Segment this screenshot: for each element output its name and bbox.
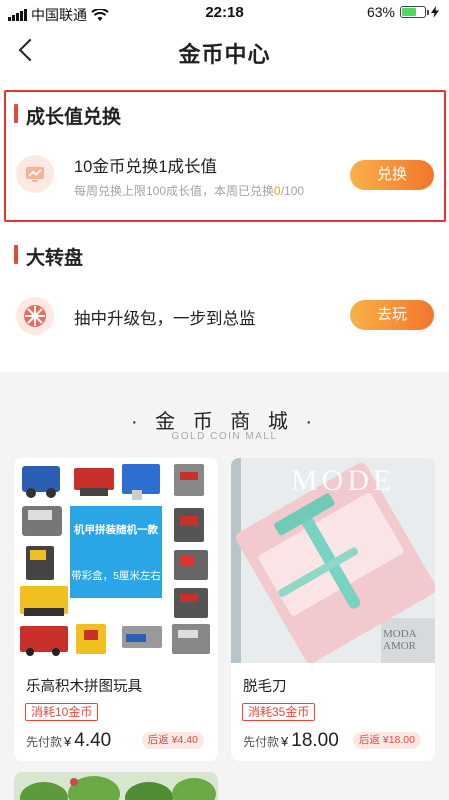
battery-percent: 63% bbox=[366, 4, 395, 20]
status-bar: 中国联通 22:18 63% bbox=[0, 0, 449, 26]
growth-item-subtitle: 每周兑换上限100成长值，本周已兑换0/100 bbox=[74, 182, 304, 199]
wheel-icon bbox=[16, 297, 54, 335]
product-card[interactable] bbox=[14, 772, 218, 800]
mall-subtitle: GOLD COIN MALL bbox=[171, 431, 278, 442]
redeemed-count: 0 bbox=[274, 184, 281, 198]
redeem-limit: /100 bbox=[280, 184, 305, 198]
charging-icon bbox=[431, 6, 439, 18]
currency-symbol: ¥ bbox=[64, 734, 72, 749]
exchange-button[interactable]: 兑换 bbox=[350, 160, 434, 190]
image-magazine-caption: MODA AMOR bbox=[383, 628, 417, 652]
coin-cost-tag: 消耗35金币 bbox=[242, 703, 316, 721]
status-right: 63% bbox=[367, 4, 439, 20]
image-banner-text-1: 机甲拼装随机一款 bbox=[74, 524, 158, 536]
product-image-plant bbox=[14, 772, 218, 800]
play-wheel-button[interactable]: 去玩 bbox=[350, 300, 434, 330]
product-price: 4.40 bbox=[74, 730, 112, 751]
product-price: 18.00 bbox=[291, 730, 339, 751]
image-banner-text-2: 带彩盒，5厘米左右 bbox=[71, 570, 161, 582]
product-name: 乐高积木拼图玩具 bbox=[26, 679, 142, 695]
product-name: 脱毛刀 bbox=[243, 679, 287, 695]
price-row: 先付款 ¥ 4.40 bbox=[26, 730, 111, 752]
price-label: 先付款 bbox=[26, 735, 63, 749]
price-row: 先付款 ¥ 18.00 bbox=[243, 730, 339, 752]
battery-icon bbox=[400, 6, 429, 18]
rebate-badge: 后返 ¥4.40 bbox=[141, 732, 204, 749]
wheel-item-title: 抽中升级包，一步到总监 bbox=[74, 310, 256, 328]
image-magazine-title: MODE bbox=[291, 464, 396, 497]
currency-symbol: ¥ bbox=[281, 734, 289, 749]
growth-icon bbox=[16, 155, 54, 193]
growth-item-title: 10金币兑换1成长值 bbox=[74, 158, 218, 176]
page-title: 金币中心 bbox=[178, 42, 271, 67]
product-image-building-blocks bbox=[14, 458, 218, 663]
coin-cost-tag: 消耗10金币 bbox=[25, 703, 99, 721]
product-card[interactable]: MODE MODA AMOR 脱毛刀 消耗35金币 先付款 ¥ 18.00 后返… bbox=[231, 458, 435, 761]
nav-bar: 金币中心 bbox=[0, 26, 449, 76]
growth-limit-text: 每周兑换上限100成长值，本周已兑换 bbox=[74, 184, 275, 198]
mall-title: · 金 币 商 城 · bbox=[130, 411, 319, 433]
rebate-badge: 后返 ¥18.00 bbox=[352, 732, 421, 749]
product-card[interactable]: 机甲拼装随机一款 带彩盒，5厘米左右 乐高积木拼图玩具 消耗10金币 先付款 ¥… bbox=[14, 458, 218, 761]
price-label: 先付款 bbox=[243, 735, 280, 749]
wheel-section-title: 大转盘 bbox=[14, 243, 83, 270]
growth-section-title: 成长值兑换 bbox=[14, 102, 121, 129]
